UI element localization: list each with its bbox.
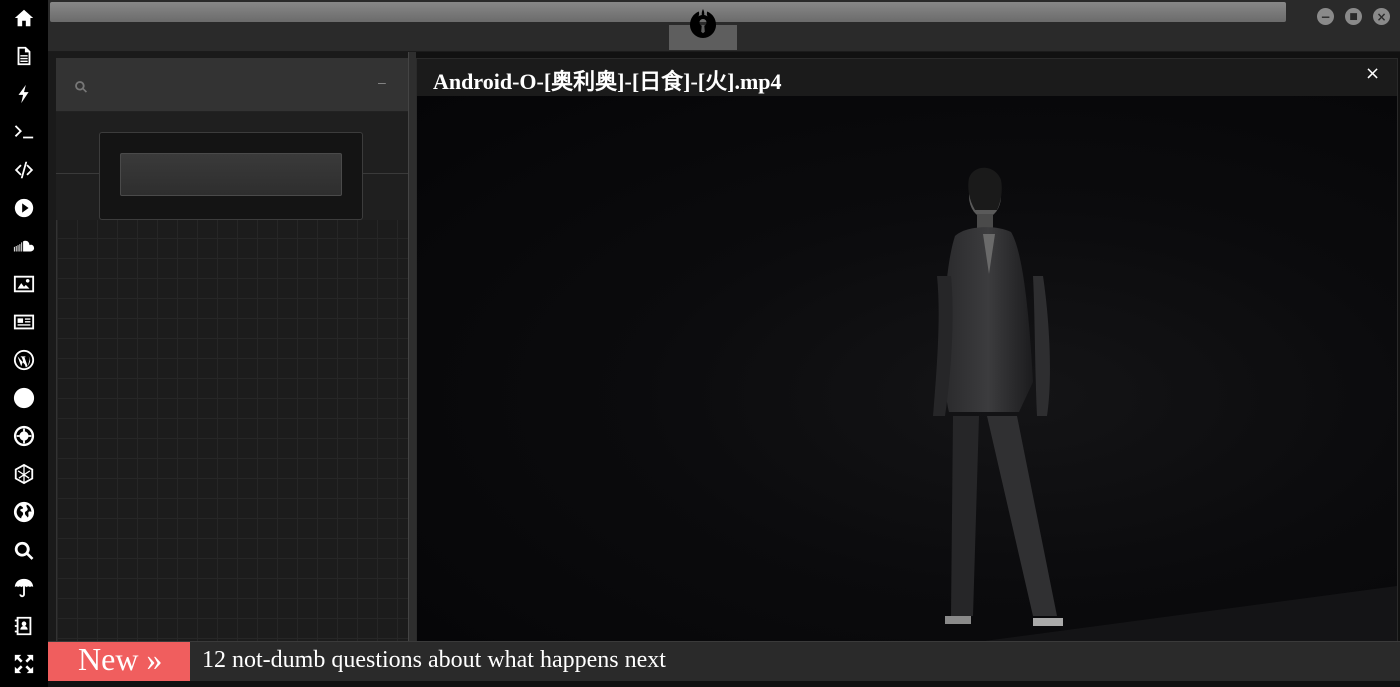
rebel-alliance-logo[interactable]	[683, 6, 723, 46]
input-dialog	[99, 132, 363, 220]
close-window-button[interactable]: ×	[1373, 8, 1390, 25]
icon-sidebar	[0, 0, 48, 687]
umbrella-icon[interactable]	[12, 576, 36, 600]
play-circle-icon[interactable]	[12, 196, 36, 220]
maximize-button[interactable]: ■	[1345, 8, 1362, 25]
minimize-icon: −	[1320, 9, 1331, 24]
close-icon: ×	[1376, 9, 1387, 24]
galactic-empire-icon[interactable]	[12, 424, 36, 448]
document-icon[interactable]	[12, 44, 36, 68]
top-bar: − ■ ×	[48, 0, 1400, 52]
wordpress-icon[interactable]	[12, 348, 36, 372]
video-close-button[interactable]: ×	[1365, 63, 1380, 84]
search-header[interactable]: –	[56, 58, 408, 112]
video-frame-figure	[933, 167, 1397, 642]
video-player[interactable]	[417, 96, 1397, 642]
bottom-strip	[48, 681, 1400, 687]
video-panel: Android-O-[奥利奥]-[日食]-[火].mp4 ×	[416, 58, 1398, 642]
search-icon[interactable]	[12, 539, 36, 563]
home-icon[interactable]	[12, 6, 36, 30]
bolt-icon[interactable]	[12, 82, 36, 106]
collapse-button[interactable]: –	[378, 74, 386, 90]
ticker-new-badge[interactable]: New »	[48, 642, 190, 682]
panel-splitter[interactable]	[408, 52, 416, 641]
image-icon[interactable]	[12, 272, 36, 296]
pinterest-icon[interactable]	[12, 386, 36, 410]
video-header: Android-O-[奥利奥]-[日食]-[火].mp4 ×	[417, 59, 1397, 96]
hexagon-network-icon[interactable]	[12, 462, 36, 486]
maximize-icon: ■	[1349, 11, 1358, 22]
ticker-headline[interactable]: 12 not-dumb questions about what happens…	[202, 647, 666, 674]
left-panel: –	[48, 52, 408, 641]
newspaper-icon[interactable]	[12, 310, 36, 334]
contact-card-icon[interactable]	[12, 614, 36, 638]
expand-arrows-icon[interactable]	[12, 652, 36, 676]
globe-icon[interactable]	[12, 500, 36, 524]
minimize-button[interactable]: −	[1317, 8, 1334, 25]
video-title: Android-O-[奥利奥]-[日食]-[火].mp4	[433, 69, 782, 94]
news-ticker: New » 12 not-dumb questions about what h…	[48, 641, 1400, 682]
address-bar[interactable]	[50, 2, 1286, 22]
soundcloud-icon[interactable]	[12, 234, 36, 258]
terminal-icon[interactable]	[12, 120, 36, 144]
search-icon	[75, 81, 88, 93]
code-icon[interactable]	[12, 158, 36, 182]
dialog-input-field[interactable]	[120, 153, 342, 196]
